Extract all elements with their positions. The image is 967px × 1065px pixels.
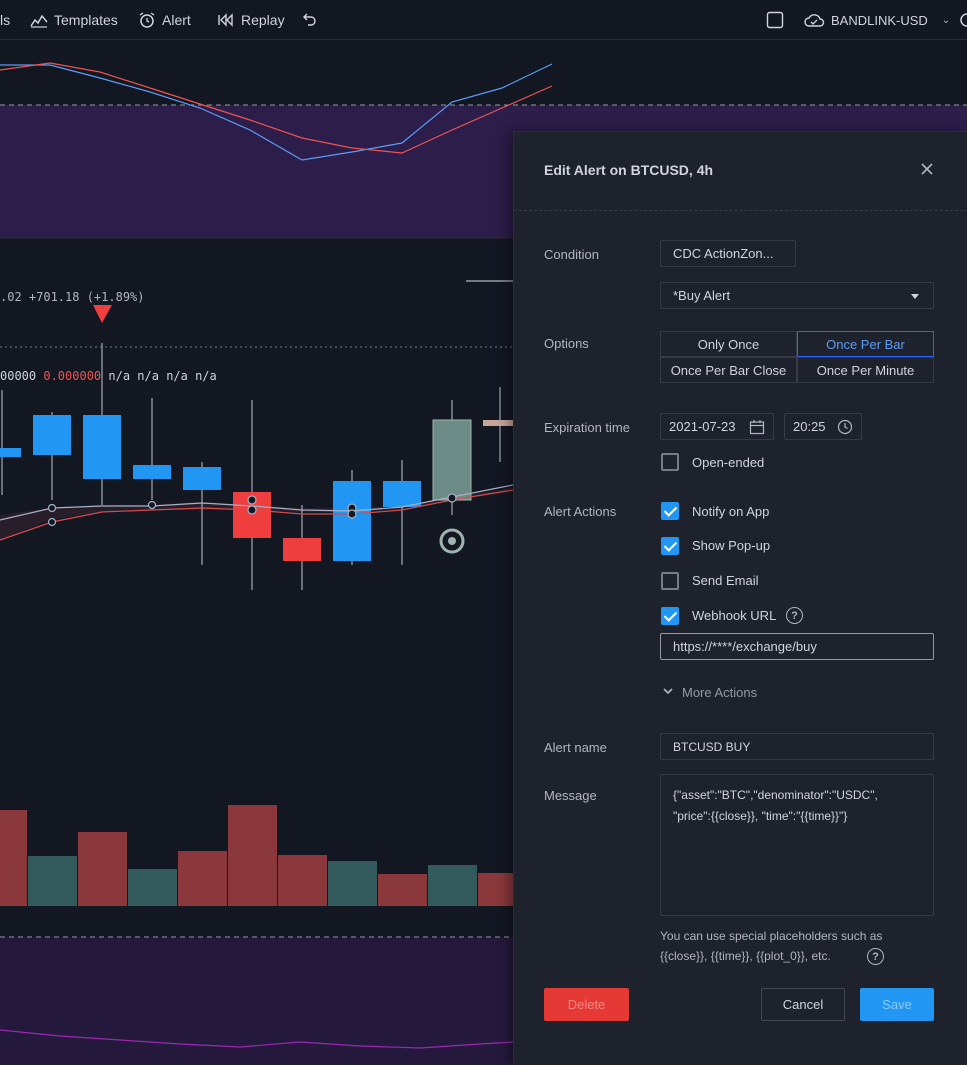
calendar-icon [749, 419, 765, 438]
condition-indicator-select[interactable]: CDC ActionZon... [660, 240, 796, 267]
placeholder-hint-line1: You can use special placeholders such as [660, 929, 883, 943]
cloud-icon [803, 11, 825, 29]
fullscreen-button[interactable] [766, 0, 784, 40]
message-label: Message [544, 788, 597, 803]
indicator-value: 00000 [0, 369, 37, 383]
dialog-title: Edit Alert on BTCUSD, 4h [544, 162, 714, 178]
expiration-time-value: 20:25 [793, 419, 826, 434]
option-once-per-bar[interactable]: Once Per Bar [797, 331, 934, 357]
alert-label: Alert [162, 12, 191, 28]
delete-button[interactable]: Delete [544, 988, 629, 1021]
undo-icon [300, 11, 318, 29]
indicator-na-values: n/a n/a n/a n/a [108, 369, 217, 383]
webhook-url-checkbox[interactable] [661, 607, 679, 625]
top-toolbar: ls Templates Alert Replay BANDLINK-USD ⌄ [0, 0, 967, 40]
chevron-down-icon: ⌄ [941, 14, 951, 26]
show-popup-checkbox[interactable] [661, 537, 679, 555]
account-label: BANDLINK-USD [831, 12, 928, 28]
replay-button[interactable]: Replay [217, 0, 285, 40]
more-actions-toggle[interactable]: More Actions [662, 685, 757, 700]
gear-icon [958, 11, 967, 29]
settings-button-partial[interactable] [958, 0, 967, 40]
alert-name-value: BTCUSD BUY [673, 739, 751, 754]
condition-alert-select[interactable]: *Buy Alert [660, 282, 934, 309]
more-actions-label: More Actions [682, 685, 758, 700]
send-email-checkbox[interactable] [661, 572, 679, 590]
webhook-url-input[interactable]: https://****/exchange/buy [660, 633, 934, 660]
option-only-once[interactable]: Only Once [660, 331, 797, 357]
templates-icon [30, 11, 48, 29]
condition-label: Condition [544, 247, 599, 262]
sell-signal-marker [93, 305, 112, 323]
clock-icon [837, 419, 853, 438]
condition-alert-value: *Buy Alert [673, 288, 731, 303]
open-ended-label: Open-ended [692, 455, 765, 470]
alarm-clock-icon [138, 11, 156, 29]
undo-button[interactable] [300, 0, 318, 40]
templates-button[interactable]: Templates [30, 0, 118, 40]
alert-name-label: Alert name [544, 740, 607, 755]
volume-bars [0, 805, 513, 906]
layout-save-button[interactable]: BANDLINK-USD ⌄ [803, 0, 950, 40]
placeholder-help-icon[interactable]: ? [867, 948, 884, 965]
help-icon[interactable]: ? [786, 607, 803, 624]
expiration-date-input[interactable]: 2021-07-23 [660, 413, 774, 440]
option-once-per-minute[interactable]: Once Per Minute [797, 357, 934, 383]
alert-name-input[interactable]: BTCUSD BUY [660, 733, 934, 760]
indicator-legend: 00000 0.000000 n/a n/a n/a n/a [0, 369, 217, 383]
templates-label: Templates [54, 12, 118, 28]
alert-button[interactable]: Alert [138, 0, 191, 40]
send-email-label: Send Email [692, 573, 759, 588]
webhook-url-value: https://****/exchange/buy [673, 639, 817, 654]
price-change-legend: .02 +701.18 (+1.89%) [0, 290, 145, 304]
option-once-per-bar-close[interactable]: Once Per Bar Close [660, 357, 797, 383]
expiration-time-input[interactable]: 20:25 [784, 413, 862, 440]
expiration-date-value: 2021-07-23 [669, 419, 736, 434]
alert-actions-label: Alert Actions [544, 504, 617, 519]
replay-label: Replay [241, 12, 285, 28]
dialog-header-divider [514, 210, 967, 211]
condition-indicator-value: CDC ActionZon... [673, 246, 774, 261]
chevron-down-icon [911, 294, 919, 299]
webhook-url-label: Webhook URL [692, 608, 777, 623]
notify-on-app-checkbox[interactable] [661, 502, 679, 520]
cancel-button[interactable]: Cancel [761, 988, 845, 1021]
target-marker-center [448, 537, 456, 545]
replay-icon [217, 11, 235, 29]
indicators-button-partial[interactable]: ls [0, 0, 10, 40]
show-popup-label: Show Pop-up [692, 538, 771, 553]
message-textarea[interactable]: {"asset":"BTC","denominator":"USDC", "pr… [660, 774, 934, 916]
indicator-red-value: 0.000000 [43, 369, 102, 383]
indicators-label: ls [0, 12, 11, 28]
square-icon [766, 11, 784, 29]
placeholder-hint-line2: {{close}}, {{time}}, {{plot_0}}, etc. [660, 949, 831, 963]
close-icon[interactable] [916, 158, 938, 180]
edit-alert-dialog: Edit Alert on BTCUSD, 4h Condition CDC A… [513, 131, 967, 1065]
chevron-down-icon [662, 685, 674, 700]
options-label: Options [544, 336, 589, 351]
candle-bodies [0, 415, 513, 561]
notify-on-app-label: Notify on App [692, 504, 770, 519]
expiration-label: Expiration time [544, 420, 630, 435]
save-button[interactable]: Save [860, 988, 934, 1021]
open-ended-checkbox[interactable] [661, 453, 679, 471]
